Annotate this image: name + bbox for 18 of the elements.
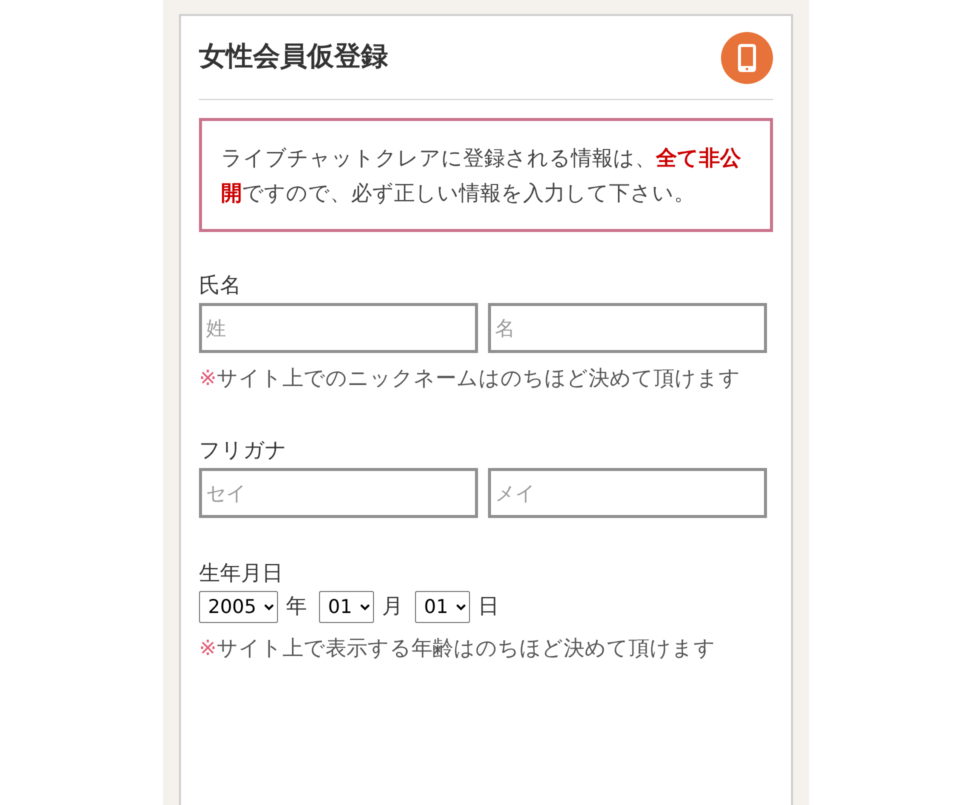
date-select[interactable]: 2005 [199, 591, 278, 623]
date-unit: 月 [382, 593, 403, 620]
date-select[interactable]: 01 [415, 591, 470, 623]
notice-text: ライブチャットクレアに登録される情報は、全て非公開ですので、必ず正しい情報を入力して下さい。 [221, 145, 742, 207]
date-unit: 年 [286, 593, 307, 620]
text-input[interactable]: 名 [488, 303, 767, 353]
smartphone-icon [721, 32, 773, 84]
date-unit: 日 [478, 593, 499, 620]
field-label: 氏名 [199, 272, 242, 299]
date-select[interactable]: 01 [319, 591, 374, 623]
text-input[interactable]: メイ [488, 468, 767, 518]
hint-text: ※サイト上で表示する年齢はのちほど決めて頂けます [199, 635, 717, 662]
field-label: 生年月日 [199, 560, 284, 587]
hint-text: ※サイト上でのニックネームはのちほど決めて頂けます [199, 365, 742, 392]
field-label: フリガナ [199, 437, 288, 464]
text-input[interactable]: セイ [199, 468, 478, 518]
page-title: 女性会員仮登録 [199, 40, 388, 74]
text-input[interactable]: 姓 [199, 303, 478, 353]
